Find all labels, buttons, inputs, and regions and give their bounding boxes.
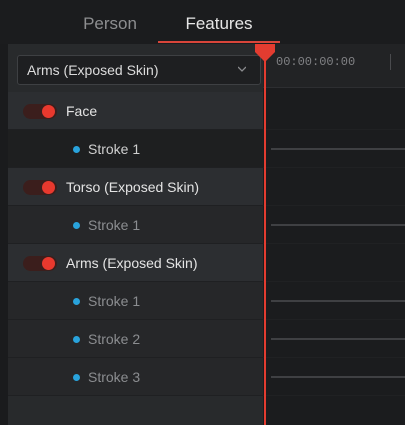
toggle-knob — [42, 257, 55, 270]
stroke-label: Stroke 1 — [88, 293, 141, 309]
stroke-range-bar[interactable] — [271, 224, 405, 226]
stroke-row-arms-2[interactable]: Stroke 2 — [8, 320, 263, 358]
active-tab-indicator — [158, 41, 280, 43]
chevron-down-icon — [238, 66, 246, 72]
tab-bar: Person Features — [0, 0, 405, 44]
timeline-track-face — [263, 92, 405, 130]
feature-panel: Arms (Exposed Skin) Face Stroke 1 Torso … — [8, 44, 263, 425]
feature-label: Face — [66, 103, 98, 119]
stroke-range-bar[interactable] — [271, 300, 405, 302]
stroke-label: Stroke 3 — [88, 369, 141, 385]
feature-toggle-arms[interactable] — [23, 256, 57, 271]
stroke-dot-icon — [73, 298, 80, 305]
stroke-dot-icon — [73, 222, 80, 229]
timeline-track-stroke[interactable] — [263, 206, 405, 244]
timeline-track-torso — [263, 168, 405, 206]
tab-person[interactable]: Person — [60, 0, 160, 44]
feature-toggle-face[interactable] — [23, 104, 57, 119]
timeline-track-arms — [263, 244, 405, 282]
timeline-track-stroke[interactable] — [263, 130, 405, 168]
feature-toggle-torso[interactable] — [23, 180, 57, 195]
feature-label: Arms (Exposed Skin) — [66, 255, 198, 271]
stroke-row-torso-1[interactable]: Stroke 1 — [8, 206, 263, 244]
timeline-panel[interactable]: 00:00:00:00 — [263, 44, 405, 425]
feature-row-face[interactable]: Face — [8, 92, 263, 130]
stroke-label: Stroke 1 — [88, 217, 141, 233]
stroke-range-bar[interactable] — [271, 148, 405, 150]
feature-row-torso[interactable]: Torso (Exposed Skin) — [8, 168, 263, 206]
stroke-range-bar[interactable] — [271, 338, 405, 340]
timecode-label: 00:00:00:00 — [276, 55, 356, 69]
feature-label: Torso (Exposed Skin) — [66, 179, 200, 195]
stroke-row-arms-3[interactable]: Stroke 3 — [8, 358, 263, 396]
playhead-handle-icon[interactable] — [255, 44, 275, 64]
stroke-dot-icon — [73, 336, 80, 343]
toggle-knob — [42, 105, 55, 118]
feature-row-arms[interactable]: Arms (Exposed Skin) — [8, 244, 263, 282]
timeline-ruler[interactable]: 00:00:00:00 — [263, 44, 405, 88]
feature-dropdown-value: Arms (Exposed Skin) — [27, 62, 159, 78]
feature-dropdown[interactable]: Arms (Exposed Skin) — [17, 55, 261, 85]
timeline-track-stroke[interactable] — [263, 282, 405, 320]
stroke-dot-icon — [73, 146, 80, 153]
toggle-knob — [42, 181, 55, 194]
tab-features[interactable]: Features — [158, 0, 280, 44]
playhead-line[interactable] — [264, 44, 266, 425]
stroke-label: Stroke 2 — [88, 331, 141, 347]
stroke-dot-icon — [73, 374, 80, 381]
stroke-row-face-1[interactable]: Stroke 1 — [8, 130, 263, 168]
timeline-track-stroke[interactable] — [263, 358, 405, 396]
ruler-tick — [390, 54, 391, 70]
stroke-row-arms-1[interactable]: Stroke 1 — [8, 282, 263, 320]
stroke-label: Stroke 1 — [88, 141, 141, 157]
stroke-range-bar[interactable] — [271, 376, 405, 378]
timeline-track-stroke[interactable] — [263, 320, 405, 358]
